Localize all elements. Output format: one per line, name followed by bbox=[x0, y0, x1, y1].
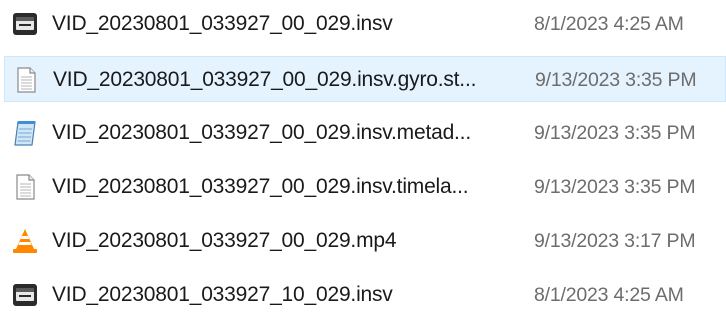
vlc-file-icon bbox=[10, 226, 40, 256]
file-row[interactable]: VID_20230801_033927_00_029.insv.timela..… bbox=[0, 164, 726, 210]
file-name: VID_20230801_033927_00_029.insv.timela..… bbox=[52, 175, 469, 198]
file-list: VID_20230801_033927_00_029.insv 8/1/2023… bbox=[0, 0, 726, 320]
file-date-modified: 9/13/2023 3:35 PM bbox=[534, 176, 696, 198]
file-name: VID_20230801_033927_00_029.insv.metad... bbox=[52, 121, 471, 144]
file-row[interactable]: VID_20230801_033927_10_029.insv 8/1/2023… bbox=[0, 272, 726, 318]
file-name: VID_20230801_033927_10_029.insv bbox=[52, 283, 393, 306]
insv-file-icon bbox=[10, 9, 40, 39]
file-name: VID_20230801_033927_00_029.insv bbox=[52, 12, 393, 35]
file-row[interactable]: VID_20230801_033927_00_029.insv.gyro.st.… bbox=[4, 56, 726, 102]
file-row[interactable]: VID_20230801_033927_00_029.mp4 9/13/2023… bbox=[0, 218, 726, 264]
file-date-modified: 9/13/2023 3:17 PM bbox=[534, 230, 696, 252]
file-date-modified: 8/1/2023 4:25 AM bbox=[534, 13, 684, 35]
file-name: VID_20230801_033927_00_029.insv.gyro.st.… bbox=[53, 68, 477, 91]
file-row[interactable]: VID_20230801_033927_00_029.insv.metad...… bbox=[0, 110, 726, 156]
file-date-modified: 9/13/2023 3:35 PM bbox=[535, 69, 697, 91]
generic-file-icon bbox=[11, 65, 41, 95]
file-row[interactable]: VID_20230801_033927_00_029.insv 8/1/2023… bbox=[0, 1, 726, 47]
insv-file-icon bbox=[10, 280, 40, 310]
file-name: VID_20230801_033927_00_029.mp4 bbox=[52, 229, 397, 252]
notepad-file-icon bbox=[10, 118, 40, 148]
file-date-modified: 9/13/2023 3:35 PM bbox=[534, 122, 696, 144]
generic-file-icon bbox=[10, 172, 40, 202]
file-date-modified: 8/1/2023 4:25 AM bbox=[534, 284, 684, 306]
